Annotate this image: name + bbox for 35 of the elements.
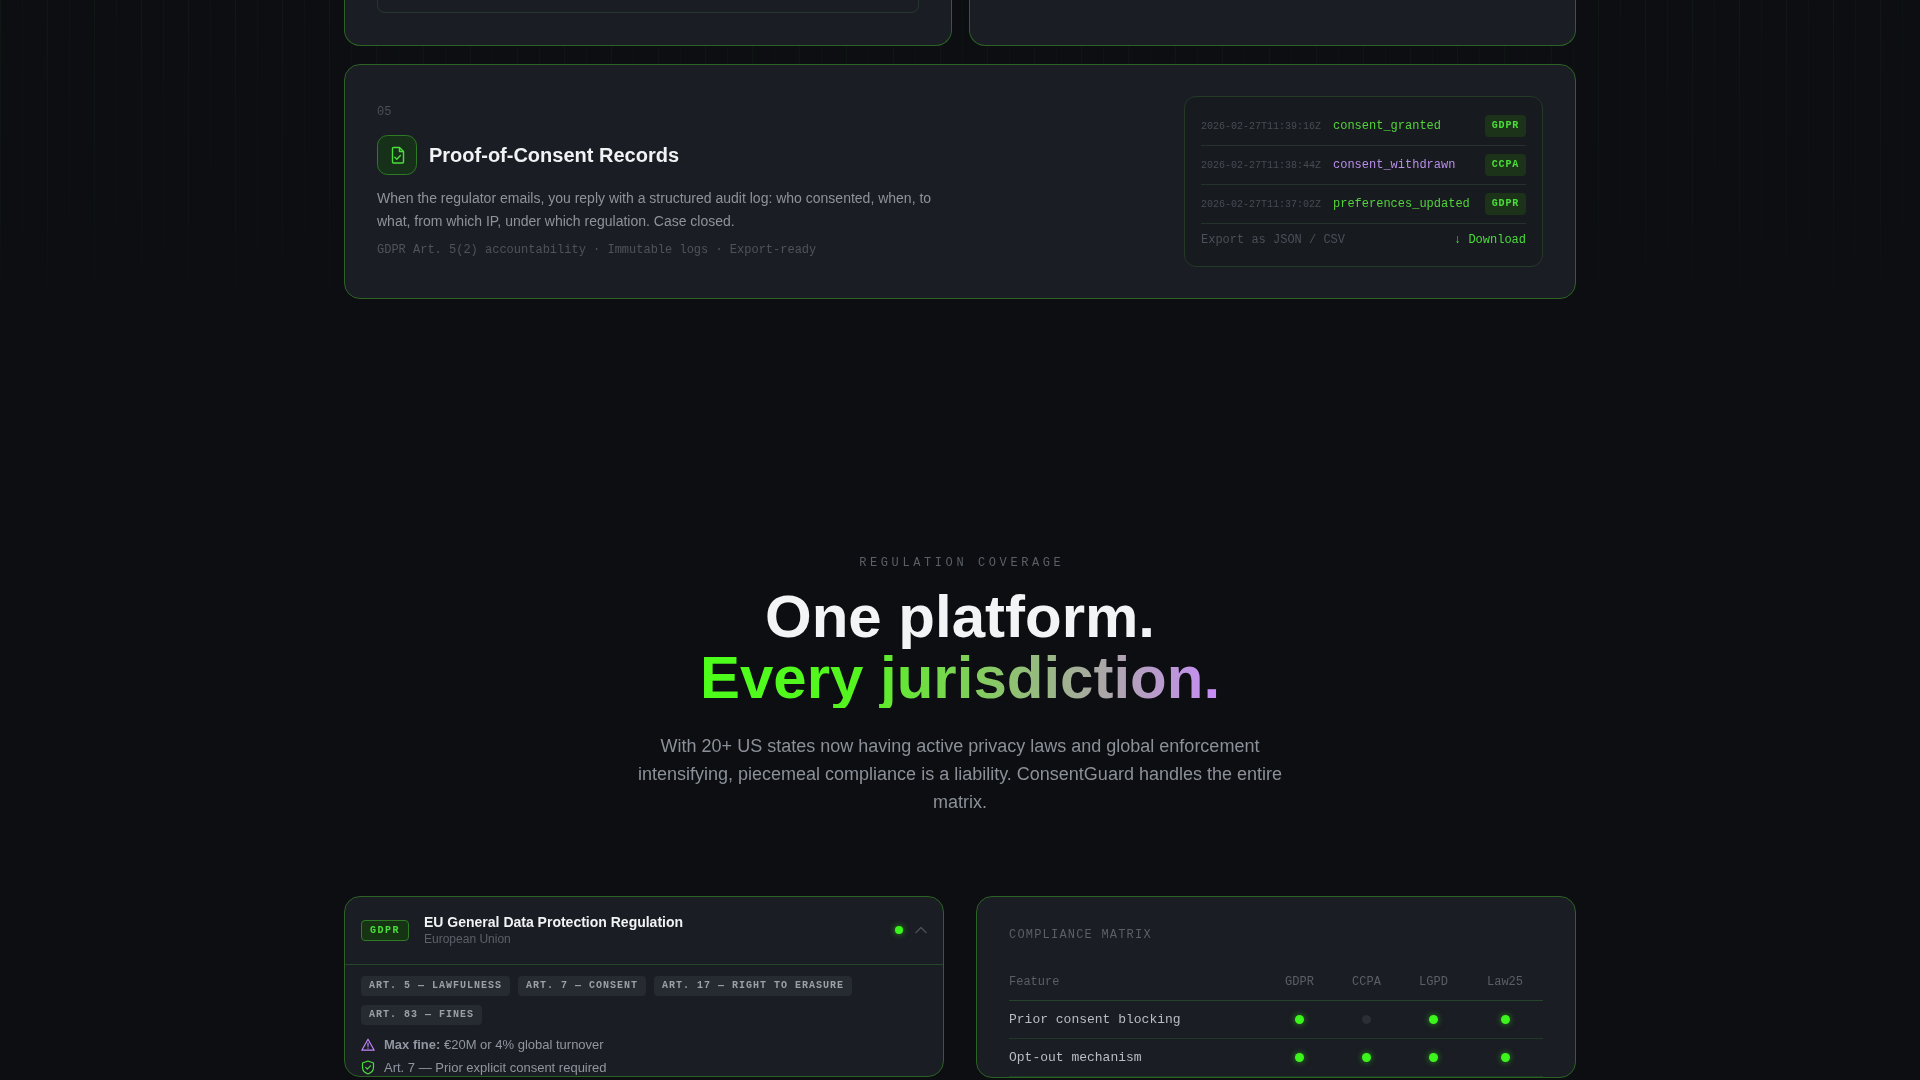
section-eyebrow: REGULATION COVERAGE	[858, 555, 1066, 571]
column-header: GDPR	[1266, 966, 1333, 1001]
chevron-up-icon[interactable]	[915, 926, 927, 934]
fine-text: Max fine: €20M or 4% global turnover	[384, 1036, 604, 1053]
requirement-text: Art. 7 — Prior explicit consent required	[384, 1059, 607, 1076]
feature-title: Proof-of-Consent Records	[429, 143, 679, 168]
document-check-icon	[377, 135, 417, 175]
feature-cell: Opt-out mechanism	[1009, 1038, 1266, 1077]
column-header: LGPD	[1400, 966, 1467, 1001]
regulation-region: European Union	[424, 931, 512, 947]
article-tag: ART. 5 — LAWFULNESS	[361, 976, 511, 996]
matrix-title: COMPLIANCE MATRIX	[1009, 927, 1153, 943]
article-tag: ART. 7 — CONSENT	[518, 976, 647, 996]
regulation-badge: CCPA	[1484, 154, 1526, 176]
regulation-badge: GDPR	[361, 919, 409, 941]
shield-check-icon	[361, 1060, 375, 1075]
regulation-badge: GDPR	[1484, 115, 1526, 137]
regulation-title: EU General Data Protection Regulation	[424, 913, 685, 931]
log-event: consent_withdrawn	[1333, 157, 1456, 174]
article-tag: ART. 83 — FINES	[361, 1005, 482, 1025]
log-event: consent_granted	[1333, 118, 1442, 135]
warning-icon	[361, 1038, 375, 1051]
export-label: Export as JSON / CSV	[1201, 233, 1346, 247]
regulation-badge: GDPR	[1484, 193, 1526, 215]
section-description: With 20+ US states now having active privacy laws and global enforcement intensifying, piecemeal compliance is a liability. ConsentGuard handles the entire matrix.	[637, 735, 1283, 814]
column-header: Law25	[1467, 966, 1543, 1001]
feature-cell: Prior consent blocking	[1009, 1000, 1266, 1039]
download-link[interactable]: ↓ Download	[1454, 233, 1526, 247]
feature-description: When the regulator emails, you reply with a structured audit log: who consented, when, to what, from which IP, under which regulation. Case closed.	[377, 189, 933, 231]
article-tag: ART. 17 — RIGHT TO ERASURE	[654, 976, 853, 996]
column-header: CCPA	[1333, 966, 1400, 1001]
column-header: Feature	[1009, 966, 1266, 1001]
log-event: preferences_updated	[1333, 196, 1470, 213]
feature-tags: GDPR Art. 5(2) accountability · Immutable logs · Export-ready	[377, 241, 947, 259]
section-heading: One platform.	[764, 586, 1156, 647]
